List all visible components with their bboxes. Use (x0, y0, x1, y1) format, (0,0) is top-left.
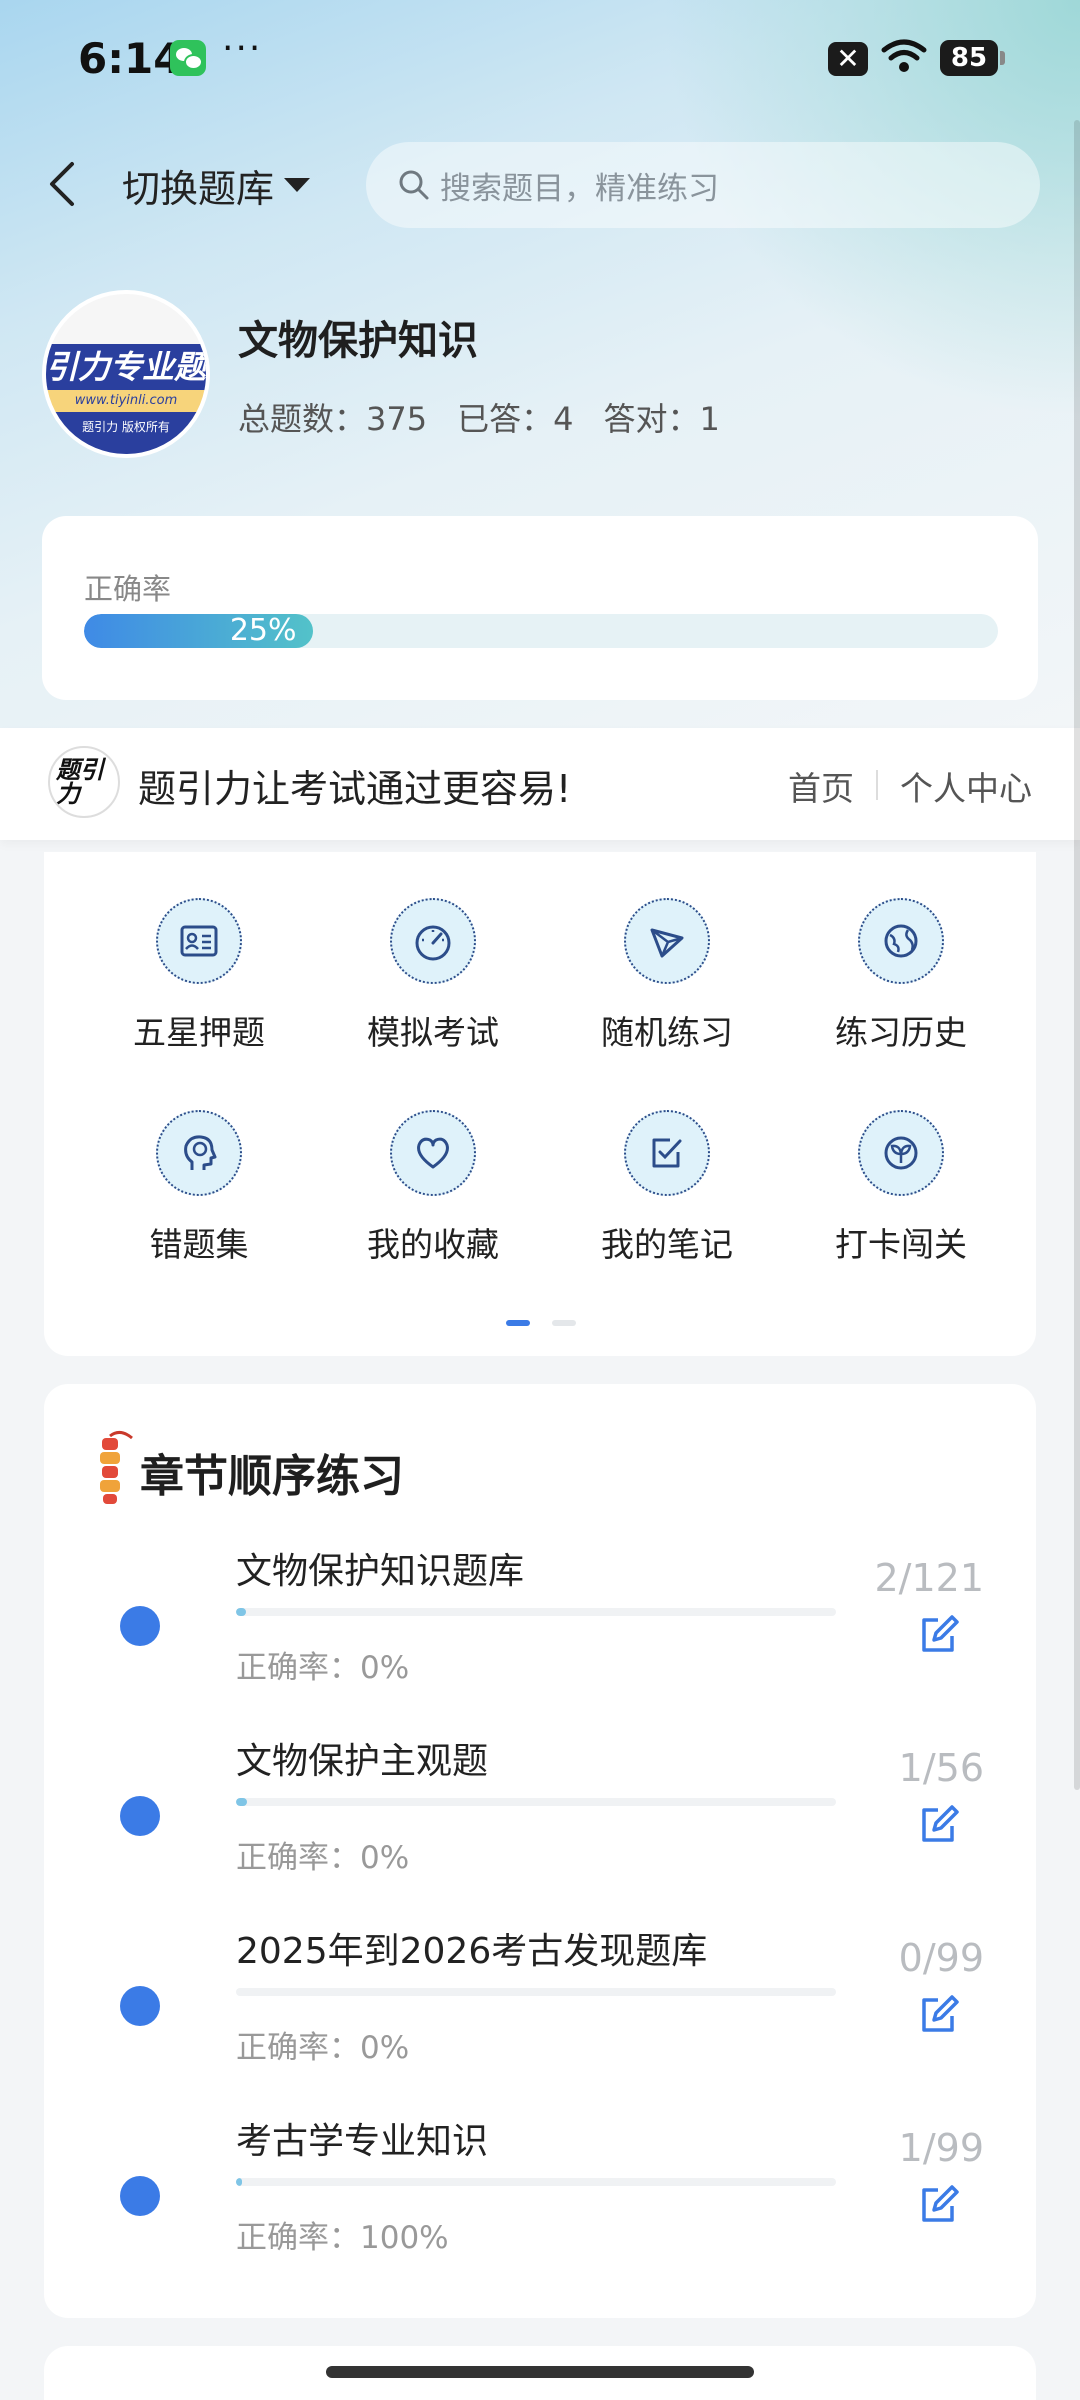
nav-divider (876, 770, 878, 800)
chapter-accuracy: 正确率：0% (236, 1840, 410, 1876)
chapter-count: 1/56 (898, 1746, 984, 1790)
more-notifications-icon: ··· (222, 28, 263, 69)
heart-icon (390, 1110, 476, 1196)
accuracy-card: 正确率 25% (42, 516, 1038, 700)
chapter-name: 考古学专业知识 (236, 2121, 489, 2162)
battery-indicator: 85 (940, 40, 1005, 76)
chapter-item[interactable]: 考古学专业知识 正确率：100% 1/99 (44, 2112, 1036, 2302)
grid-label: 我的收藏 (367, 1225, 499, 1264)
chapter-name: 文物保护主观题 (236, 1741, 489, 1782)
chapter-accuracy: 正确率：100% (236, 2220, 449, 2256)
grid-label: 我的笔记 (601, 1225, 733, 1264)
home-indicator[interactable] (326, 2366, 754, 2378)
id-card-icon (156, 898, 242, 984)
chapter-section-title: 章节顺序练习 (140, 1451, 404, 1502)
switch-bank-label: 切换题库 (122, 166, 275, 211)
logo-copyright: 题引力 版权所有 (46, 412, 206, 454)
chapter-progress-fill (236, 2178, 243, 2186)
chapter-progress-bar (236, 2178, 836, 2186)
chapter-name: 2025年到2026考古发现题库 (236, 1931, 708, 1972)
wifi-icon (881, 39, 927, 72)
bank-logo: 引力专业题 www.tiyinli.com 题引力 版权所有 (42, 290, 210, 458)
edit-icon[interactable] (916, 1612, 960, 1656)
chapter-count: 2/121 (874, 1556, 984, 1600)
chapter-progress-bar (236, 1988, 836, 1996)
grid-item-wrong-questions[interactable]: 错题集 (82, 1064, 316, 1264)
chapter-progress-bar (236, 1608, 836, 1616)
globe-history-icon (858, 898, 944, 984)
accuracy-progress-fill: 25% (84, 614, 313, 648)
chapter-name: 文物保护知识题库 (236, 1551, 525, 1592)
correct-count: 答对：1 (603, 400, 720, 438)
edit-icon[interactable] (916, 1802, 960, 1846)
firecracker-icon (100, 1431, 133, 1504)
grid-label: 错题集 (149, 1225, 249, 1264)
logo-band-text: 引力专业题 (46, 344, 206, 390)
search-icon (399, 170, 429, 200)
chapter-progress-bar (236, 1798, 836, 1806)
grid-label: 打卡闯关 (835, 1225, 967, 1264)
app-logo-text: 题引力 (56, 756, 104, 808)
chapter-bullet (120, 1986, 160, 2026)
chapter-bullet (120, 1606, 160, 1646)
status-bar: 6:14 ··· ✕ 85 (0, 0, 1080, 120)
nav-profile-link[interactable]: 个人中心 (900, 762, 1032, 810)
nav-home-link[interactable]: 首页 (788, 762, 854, 810)
logo-url: www.tiyinli.com (46, 390, 206, 412)
grid-item-mock-exam[interactable]: 模拟考试 (316, 852, 550, 1052)
total-count: 总题数：375 (238, 400, 428, 438)
chapter-count: 0/99 (898, 1936, 984, 1980)
bank-stats: 总题数：375 已答：4 答对：1 (238, 394, 720, 440)
chapter-item[interactable]: 2025年到2026考古发现题库 正确率：0% 0/99 (44, 1922, 1036, 2112)
back-button[interactable] (40, 158, 84, 210)
grid-item-notes[interactable]: 我的笔记 (550, 1064, 784, 1264)
chapter-item[interactable]: 文物保护主观题 正确率：0% 1/56 (44, 1732, 1036, 1922)
grid-pager (506, 1320, 576, 1326)
chapter-progress-fill (236, 1798, 247, 1806)
edit-icon[interactable] (916, 1992, 960, 2036)
chapter-item[interactable]: 文物保护知识题库 正确率：0% 2/121 (44, 1542, 1036, 1732)
chapter-progress-fill (236, 1608, 246, 1616)
wechat-notification-icon (170, 40, 206, 76)
accuracy-progress-bar: 25% (84, 614, 998, 648)
grid-item-random-practice[interactable]: 随机练习 (550, 852, 784, 1052)
edit-icon[interactable] (916, 2182, 960, 2226)
chapter-practice-card: 章节顺序练习 文物保护知识题库 正确率：0% 2/121 文物保护主观题 正确率… (44, 1384, 1036, 2318)
pager-dot-active[interactable] (506, 1320, 530, 1326)
brain-head-icon (156, 1110, 242, 1196)
sprout-badge-icon (858, 1110, 944, 1196)
speedometer-icon (390, 898, 476, 984)
switch-bank-dropdown[interactable]: 切换题库 (122, 158, 311, 212)
chapter-bullet (120, 2176, 160, 2216)
shuffle-icon (624, 898, 710, 984)
chapter-accuracy: 正确率：0% (236, 1650, 410, 1686)
caret-down-icon (284, 178, 311, 192)
chapter-accuracy: 正确率：0% (236, 2030, 410, 2066)
chapter-count: 1/99 (898, 2126, 984, 2170)
slogan-text: 题引力让考试通过更容易! (138, 767, 572, 811)
grid-label: 五星押题 (133, 1013, 265, 1052)
answered-count: 已答：4 (457, 400, 574, 438)
grid-label: 随机练习 (601, 1013, 733, 1052)
slogan-bar: 题引力 题引力让考试通过更容易! 首页 个人中心 (0, 728, 1080, 840)
status-time: 6:14 (78, 34, 183, 83)
grid-item-five-star[interactable]: 五星押题 (82, 852, 316, 1052)
bank-title: 文物保护知识 (238, 318, 478, 364)
search-placeholder: 搜索题目，精准练习 (440, 170, 719, 207)
chapter-bullet (120, 1796, 160, 1836)
mute-icon: ✕ (828, 42, 868, 76)
grid-item-history[interactable]: 练习历史 (784, 852, 1018, 1052)
grid-item-favorites[interactable]: 我的收藏 (316, 1064, 550, 1264)
grid-label: 练习历史 (835, 1013, 967, 1052)
accuracy-label: 正确率 (84, 572, 172, 606)
pager-dot[interactable] (552, 1320, 576, 1326)
search-input[interactable]: 搜索题目，精准练习 (366, 142, 1040, 228)
grid-item-checkin[interactable]: 打卡闯关 (784, 1064, 1018, 1264)
app-logo: 题引力 (48, 746, 120, 818)
scrollbar[interactable] (1074, 120, 1080, 1790)
grid-label: 模拟考试 (367, 1013, 499, 1052)
feature-grid: 五星押题 模拟考试 随机练习 练习历史 错题集 我的收藏 我的笔记 打卡闯关 (44, 852, 1036, 1356)
note-check-icon (624, 1110, 710, 1196)
